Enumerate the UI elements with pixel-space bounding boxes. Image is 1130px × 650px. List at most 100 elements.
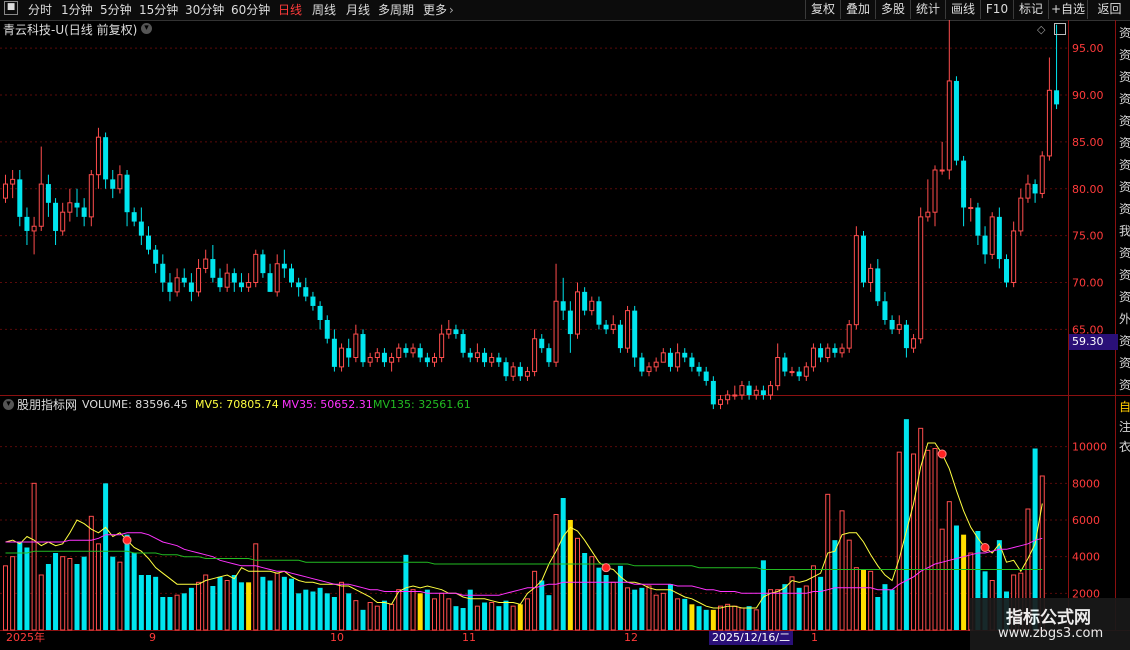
period-tab-daily[interactable]: 日线	[278, 2, 302, 18]
volume-bar-down	[260, 576, 266, 630]
signal-volume-bar	[961, 534, 967, 630]
candle-body-down	[782, 357, 788, 372]
candle-body-up	[968, 207, 974, 209]
candle-body-down	[760, 390, 766, 395]
candle-body-down	[982, 235, 988, 255]
x-axis-label: 9	[149, 631, 156, 644]
volume-bar-up	[825, 493, 831, 631]
chevron-down-icon[interactable]: ▾	[141, 23, 152, 34]
moving-average-lines	[5, 442, 1043, 609]
period-toolbar: ■ 分时 1分钟 5分钟 15分钟 30分钟 60分钟 日线 周线 月线 多周期…	[0, 0, 1130, 21]
back-button[interactable]: 返回	[1087, 0, 1130, 19]
volume-bar-up	[339, 581, 345, 631]
candle-body-up	[825, 347, 831, 358]
period-tab-5min[interactable]: 5分钟	[100, 2, 132, 18]
volume-bar-up	[653, 594, 659, 631]
overlay-button[interactable]: 叠加	[840, 0, 875, 19]
candle-body-down	[403, 348, 409, 353]
candle-body-up	[896, 324, 902, 330]
volume-bar-up	[939, 528, 945, 631]
volume-bar-down	[188, 587, 194, 630]
volume-tick-label: 8000	[1072, 477, 1100, 490]
volume-bar-down	[782, 584, 788, 630]
signal-volume-bar	[861, 569, 866, 630]
candle-body-down	[696, 366, 702, 372]
candle-body-down	[703, 371, 709, 381]
candle-body-down	[539, 338, 545, 349]
candle-body-up	[396, 347, 402, 358]
candle-body-up	[532, 338, 538, 373]
volume-bar-up	[524, 598, 530, 631]
statistics-button[interactable]: 统计	[910, 0, 945, 19]
candle-body-up	[789, 371, 795, 374]
indicator-name[interactable]: 股朋指标网	[17, 398, 77, 412]
period-tab-more[interactable]: 更多	[423, 2, 447, 18]
side-info-char: 资	[1119, 202, 1130, 216]
candle-body-up	[868, 267, 874, 283]
candle-body-down	[460, 334, 466, 353]
volume-bar-up	[432, 598, 437, 631]
period-tab-60min[interactable]: 60分钟	[231, 2, 270, 18]
window-menu-icon[interactable]: ■	[4, 1, 18, 15]
period-tab-weekly[interactable]: 周线	[312, 2, 336, 18]
signal-marker	[601, 563, 611, 573]
indicator-menu-icon[interactable]: ▾	[3, 399, 14, 410]
volume-bar-down	[210, 586, 216, 630]
panel-toggle-icon[interactable]	[1054, 23, 1066, 35]
cursor-date-label: 2025/12/16/二	[709, 631, 794, 645]
candle-body-down	[1004, 259, 1009, 283]
y-axis-labels: 95.0090.0085.0080.0075.0070.0065.0010000…	[1072, 42, 1107, 600]
volume-bar-down	[424, 589, 430, 630]
period-tab-monthly[interactable]: 月线	[346, 2, 370, 18]
candle-body-down	[146, 235, 151, 250]
volume-bar-down	[53, 553, 59, 630]
draw-line-button[interactable]: 画线	[945, 0, 980, 19]
signal-marker	[937, 449, 947, 459]
diamond-icon[interactable]: ◇	[1037, 23, 1045, 37]
volume-readout: VOLUME: 83596.45	[82, 398, 188, 411]
price-tick-label: 70.00	[1072, 277, 1104, 290]
candle-body-up	[339, 347, 345, 368]
volume-bar-up	[775, 589, 781, 631]
period-tab-1min[interactable]: 1分钟	[61, 2, 93, 18]
candle-body-up	[3, 183, 8, 199]
candle-body-up	[432, 357, 437, 363]
candle-body-down	[17, 179, 23, 217]
add-watchlist-button[interactable]: +自选	[1048, 0, 1087, 19]
volume-bar-down	[746, 606, 752, 630]
mv5-line	[5, 442, 1043, 609]
volume-bar-down	[760, 560, 766, 630]
mv35-readout: MV35: 50652.31	[282, 398, 373, 411]
side-info-char: 资	[1119, 92, 1130, 106]
chevron-right-icon[interactable]: ›	[449, 2, 454, 18]
f10-button[interactable]: F10	[980, 0, 1013, 19]
signal-volume-bar	[517, 604, 523, 630]
period-tab-fenshi[interactable]: 分时	[28, 2, 52, 18]
volume-tick-label: 4000	[1072, 551, 1100, 564]
volume-tick-label: 6000	[1072, 514, 1100, 527]
volume-bar-down	[289, 578, 294, 630]
candle-body-down	[331, 338, 337, 367]
candle-body-down	[596, 301, 602, 325]
volume-bar-up	[839, 510, 845, 631]
volume-bar-up	[768, 589, 774, 631]
candle-body-down	[53, 202, 59, 231]
period-tab-15min[interactable]: 15分钟	[139, 2, 178, 18]
volume-bar-down	[539, 580, 545, 630]
mark-button[interactable]: 标记	[1013, 0, 1048, 19]
volume-bar-down	[103, 483, 109, 630]
period-tab-30min[interactable]: 30分钟	[185, 2, 224, 18]
candle-body-down	[188, 282, 194, 292]
period-tab-multi[interactable]: 多周期	[378, 2, 414, 18]
multi-stock-button[interactable]: 多股	[875, 0, 910, 19]
volume-bar-down	[832, 540, 838, 630]
candle-body-up	[524, 371, 530, 377]
volume-bar-down	[460, 608, 466, 630]
candle-body-up	[203, 258, 209, 269]
volume-bar-up	[732, 605, 738, 631]
volume-bar-up	[367, 602, 373, 631]
volume-bar-down	[360, 609, 366, 630]
candle-body-up	[1046, 89, 1052, 157]
kline-chart-canvas[interactable]: 95.0090.0085.0080.0075.0070.0065.0010000…	[0, 20, 1130, 650]
fuquan-button[interactable]: 复权	[805, 0, 840, 19]
